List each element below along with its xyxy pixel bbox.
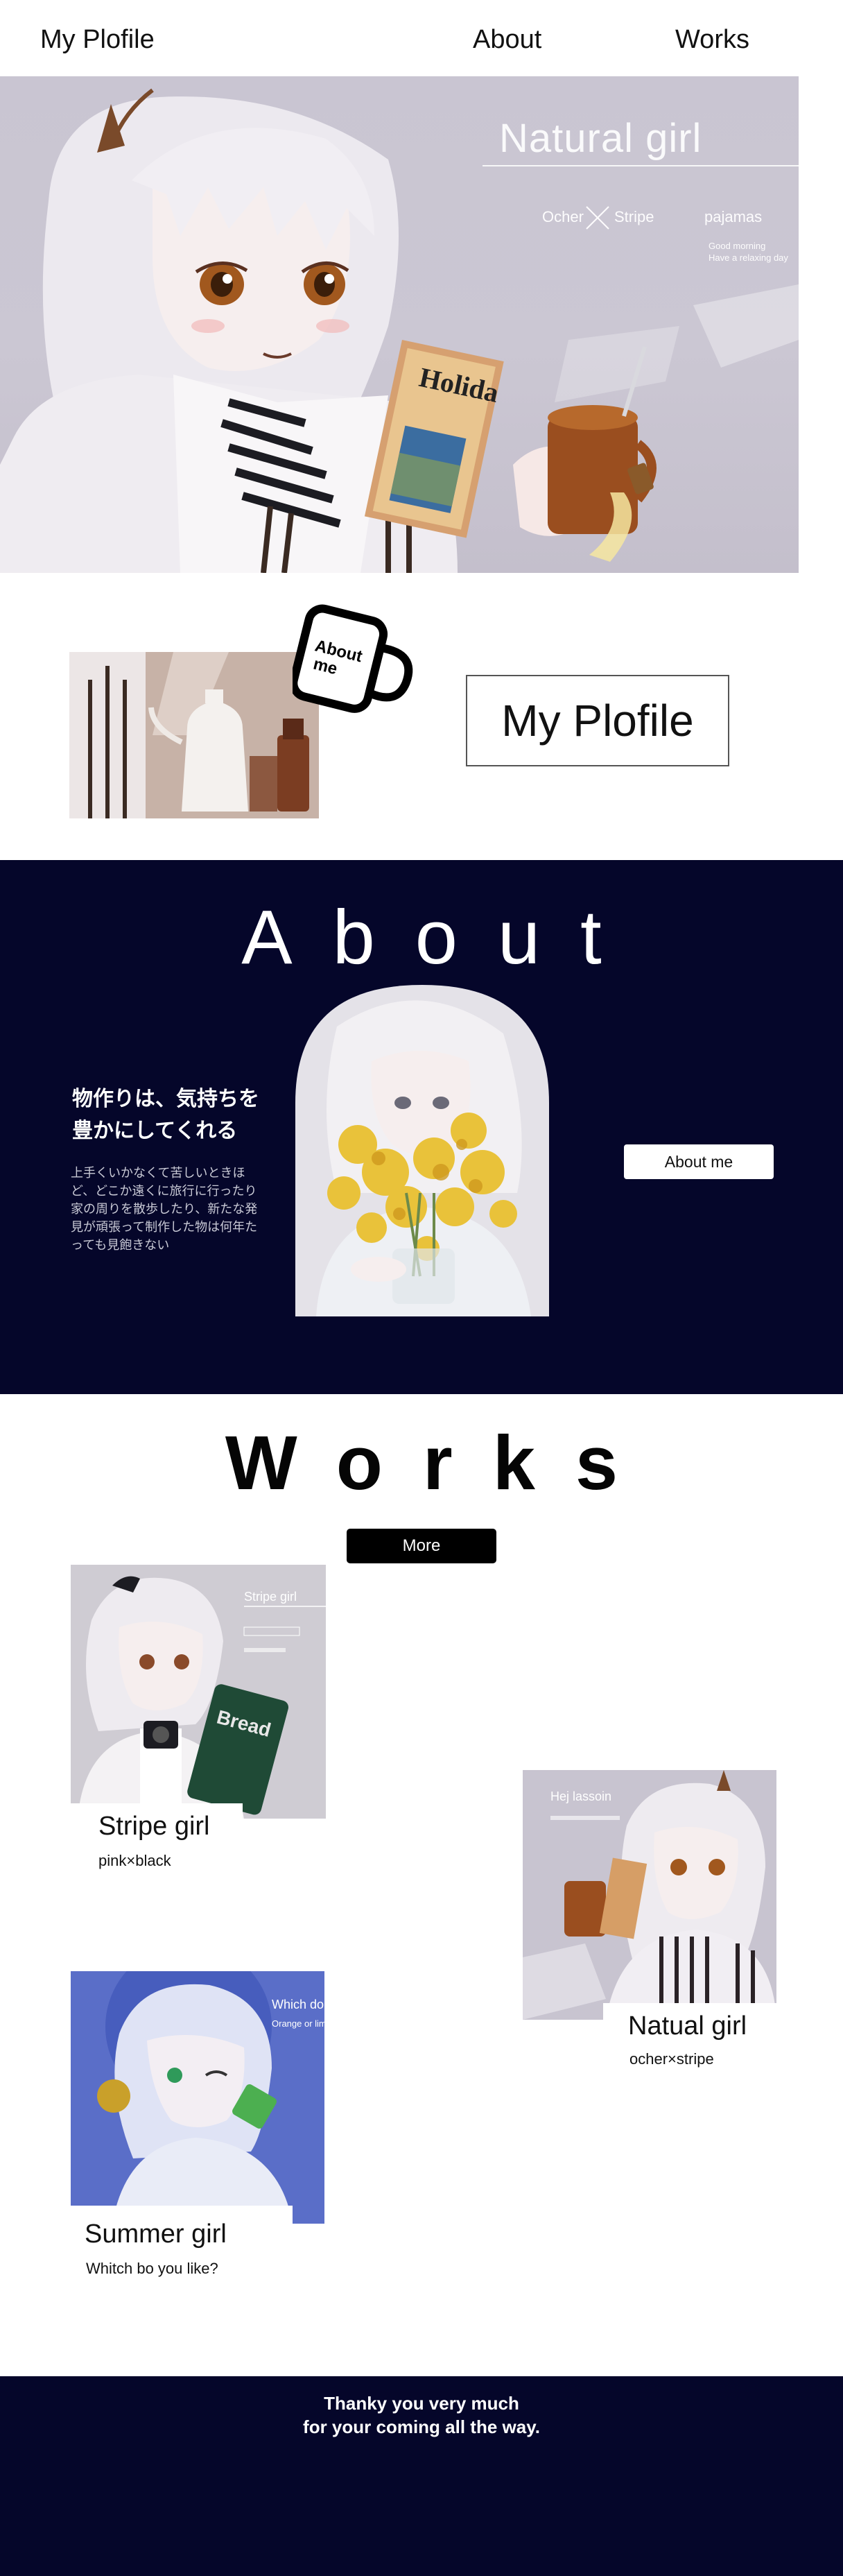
mimosa-girl-image (295, 985, 549, 1316)
work-summer-girl-image[interactable]: Which do Orange or lim (71, 1971, 324, 2224)
work3-title[interactable]: Summer girl (85, 2219, 227, 2249)
hero-banner: Holida Natural girl Ocher Stripe pajamas… (0, 76, 799, 573)
about-me-button[interactable]: About me (624, 1144, 774, 1179)
kettle-photo (69, 652, 319, 818)
footer-line2: for your coming all the way. (303, 2416, 540, 2437)
work-stripe-girl-image[interactable]: Bread Stripe girl (71, 1565, 326, 1819)
about-catch-line2: 豊かにしてくれる (72, 1119, 238, 1142)
nav-about-link[interactable]: About (473, 25, 541, 55)
hero-caption-line2: Have a relaxing day (709, 252, 788, 263)
work2-subtitle: ocher×stripe (629, 2050, 714, 2068)
hero-title: Natural girl (499, 116, 702, 161)
cross-icon (586, 206, 609, 230)
hero-tag-ocher: Ocher (542, 208, 584, 225)
hero-caption: Good morning Have a relaxing day (709, 240, 788, 264)
footer-message: Thanky you very much for your coming all… (0, 2392, 843, 2439)
about-catchphrase: 物作りは、気持ちを 豊かにしてくれる (72, 1083, 259, 1147)
more-button[interactable]: More (347, 1529, 496, 1563)
works-heading: Works (225, 1420, 659, 1506)
nav-works-link[interactable]: Works (675, 25, 749, 55)
hero-tag-stripe: Stripe (614, 208, 654, 225)
site-header: My Plofile About Works (0, 0, 843, 76)
about-me-mug-icon[interactable]: About me (293, 602, 417, 720)
work1-subtitle: pink×black (98, 1852, 171, 1869)
work1-image-text: Stripe girl (244, 1590, 297, 1604)
work-natural-girl-image[interactable]: Hej lassoin (523, 1770, 776, 2020)
profile-title-box[interactable]: My Plofile (466, 675, 729, 766)
work2-image-text: Hej lassoin (550, 1789, 611, 1803)
about-heading: About (241, 895, 642, 980)
hero-divider (483, 165, 799, 166)
hero-caption-line1: Good morning (709, 241, 766, 251)
profile-photo (69, 652, 319, 818)
about-section: About 物作りは、気持ちを 豊かにしてくれる 上手くいかなくて苦しいときほど… (0, 860, 843, 1394)
work3-subtitle: Whitch bo you like? (86, 2260, 218, 2277)
site-logo[interactable]: My Plofile (40, 25, 155, 55)
hero-tag-pajamas: pajamas (704, 208, 763, 225)
footer-line1: Thanky you very much (324, 2393, 519, 2414)
about-body-text: 上手くいかなくて苦しいときほど、どこか遠くに旅行に行ったり家の周りを散歩したり、… (71, 1166, 258, 1252)
about-catch-line1: 物作りは、気持ちを (72, 1088, 259, 1110)
work2-title[interactable]: Natual girl (628, 2011, 747, 2041)
work3-image-text2: Orange or lim (272, 2018, 324, 2029)
work3-image-text: Which do (272, 1998, 324, 2011)
site-footer: Thanky you very much for your coming all… (0, 2376, 843, 2576)
work1-title[interactable]: Stripe girl (98, 1812, 210, 1841)
